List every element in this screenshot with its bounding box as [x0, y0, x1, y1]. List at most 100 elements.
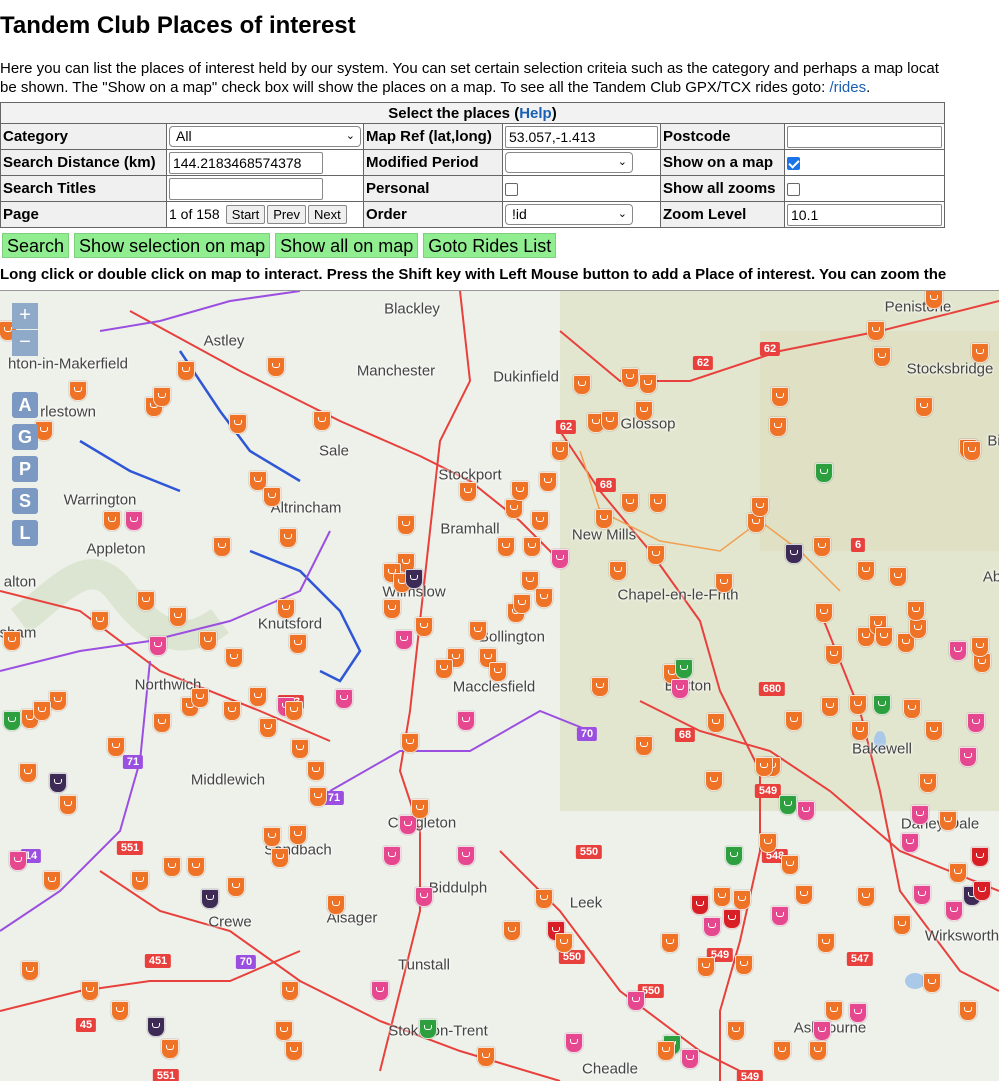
poi-marker-icon[interactable]	[959, 1001, 977, 1021]
poi-marker-icon[interactable]	[703, 917, 721, 937]
poi-marker-icon[interactable]	[313, 411, 331, 431]
poi-marker-icon[interactable]	[565, 1033, 583, 1053]
poi-marker-icon[interactable]	[635, 736, 653, 756]
poi-marker-icon[interactable]	[621, 368, 639, 388]
poi-marker-icon[interactable]	[751, 497, 769, 517]
poi-marker-icon[interactable]	[9, 851, 27, 871]
poi-marker-icon[interactable]	[539, 472, 557, 492]
poi-marker-icon[interactable]	[609, 561, 627, 581]
poi-marker-icon[interactable]	[909, 619, 927, 639]
poi-marker-icon[interactable]	[551, 441, 569, 461]
poi-marker-icon[interactable]	[911, 805, 929, 825]
poi-marker-icon[interactable]	[225, 648, 243, 668]
map-control-a[interactable]: A	[12, 392, 38, 418]
poi-marker-icon[interactable]	[755, 757, 773, 777]
poi-marker-icon[interactable]	[825, 1001, 843, 1021]
poi-marker-icon[interactable]	[785, 544, 803, 564]
poi-marker-icon[interactable]	[781, 855, 799, 875]
poi-marker-icon[interactable]	[661, 933, 679, 953]
poi-marker-icon[interactable]	[875, 627, 893, 647]
poi-marker-icon[interactable]	[595, 509, 613, 529]
poi-marker-icon[interactable]	[279, 528, 297, 548]
poi-marker-icon[interactable]	[153, 387, 171, 407]
poi-marker-icon[interactable]	[309, 787, 327, 807]
poi-marker-icon[interactable]	[383, 846, 401, 866]
poi-marker-icon[interactable]	[21, 961, 39, 981]
poi-marker-icon[interactable]	[939, 811, 957, 831]
poi-marker-icon[interactable]	[867, 321, 885, 341]
search-button[interactable]: Search	[2, 233, 70, 258]
poi-marker-icon[interactable]	[925, 291, 943, 309]
poi-marker-icon[interactable]	[149, 636, 167, 656]
map-control-l[interactable]: L	[12, 520, 38, 546]
mapref-input[interactable]: 53.057,-1.413	[505, 125, 658, 148]
poi-marker-icon[interactable]	[771, 906, 789, 926]
poi-marker-icon[interactable]	[81, 981, 99, 1001]
poi-marker-icon[interactable]	[199, 631, 217, 651]
poi-marker-icon[interactable]	[163, 857, 181, 877]
poi-marker-icon[interactable]	[43, 871, 61, 891]
poi-marker-icon[interactable]	[647, 545, 665, 565]
order-select[interactable]: !id ⌄	[505, 204, 633, 225]
poi-marker-icon[interactable]	[49, 691, 67, 711]
poi-marker-icon[interactable]	[91, 611, 109, 631]
poi-marker-icon[interactable]	[901, 833, 919, 853]
poi-marker-icon[interactable]	[3, 711, 21, 731]
poi-marker-icon[interactable]	[925, 721, 943, 741]
map-control-s[interactable]: S	[12, 488, 38, 514]
poi-marker-icon[interactable]	[627, 991, 645, 1011]
poi-marker-icon[interactable]	[281, 981, 299, 1001]
poi-marker-icon[interactable]	[621, 493, 639, 513]
next-button[interactable]: Next	[307, 205, 347, 224]
poi-marker-icon[interactable]	[923, 973, 941, 993]
modified-select[interactable]: ⌄	[505, 152, 633, 173]
poi-marker-icon[interactable]	[727, 1021, 745, 1041]
poi-marker-icon[interactable]	[415, 887, 433, 907]
show-selection-button[interactable]: Show selection on map	[74, 233, 271, 258]
poi-marker-icon[interactable]	[813, 1021, 831, 1041]
poi-marker-icon[interactable]	[857, 887, 875, 907]
poi-marker-icon[interactable]	[19, 763, 37, 783]
personal-checkbox[interactable]	[505, 182, 518, 196]
poi-marker-icon[interactable]	[503, 921, 521, 941]
poi-marker-icon[interactable]	[657, 1041, 675, 1061]
poi-marker-icon[interactable]	[137, 591, 155, 611]
poi-marker-icon[interactable]	[797, 801, 815, 821]
poi-marker-icon[interactable]	[511, 481, 529, 501]
poi-marker-icon[interactable]	[759, 833, 777, 853]
poi-marker-icon[interactable]	[289, 634, 307, 654]
poi-marker-icon[interactable]	[291, 739, 309, 759]
poi-marker-icon[interactable]	[263, 487, 281, 507]
poi-marker-icon[interactable]	[227, 877, 245, 897]
poi-marker-icon[interactable]	[177, 361, 195, 381]
poi-marker-icon[interactable]	[477, 1047, 495, 1067]
show-zooms-checkbox[interactable]	[787, 182, 800, 196]
poi-marker-icon[interactable]	[773, 1041, 791, 1061]
poi-marker-icon[interactable]	[259, 718, 277, 738]
rides-link[interactable]: /rides	[829, 79, 866, 96]
poi-marker-icon[interactable]	[411, 799, 429, 819]
poi-marker-icon[interactable]	[551, 549, 569, 569]
poi-marker-icon[interactable]	[383, 599, 401, 619]
poi-marker-icon[interactable]	[949, 641, 967, 661]
poi-marker-icon[interactable]	[707, 713, 725, 733]
poi-marker-icon[interactable]	[169, 607, 187, 627]
poi-marker-icon[interactable]	[697, 957, 715, 977]
poi-marker-icon[interactable]	[161, 1039, 179, 1059]
poi-marker-icon[interactable]	[681, 1049, 699, 1069]
poi-marker-icon[interactable]	[675, 659, 693, 679]
poi-marker-icon[interactable]	[201, 889, 219, 909]
postcode-input[interactable]	[787, 125, 942, 148]
poi-marker-icon[interactable]	[591, 677, 609, 697]
distance-input[interactable]: 144.2183468574378	[169, 151, 323, 174]
poi-marker-icon[interactable]	[825, 645, 843, 665]
poi-marker-icon[interactable]	[229, 414, 247, 434]
poi-marker-icon[interactable]	[649, 493, 667, 513]
poi-marker-icon[interactable]	[873, 347, 891, 367]
poi-marker-icon[interactable]	[397, 515, 415, 535]
poi-marker-icon[interactable]	[285, 701, 303, 721]
poi-marker-icon[interactable]	[795, 885, 813, 905]
poi-marker-icon[interactable]	[949, 863, 967, 883]
goto-rides-button[interactable]: Goto Rides List	[423, 233, 557, 258]
map[interactable]: Blackley Astley Penistone Manchester Dukinfi…	[0, 290, 999, 1081]
